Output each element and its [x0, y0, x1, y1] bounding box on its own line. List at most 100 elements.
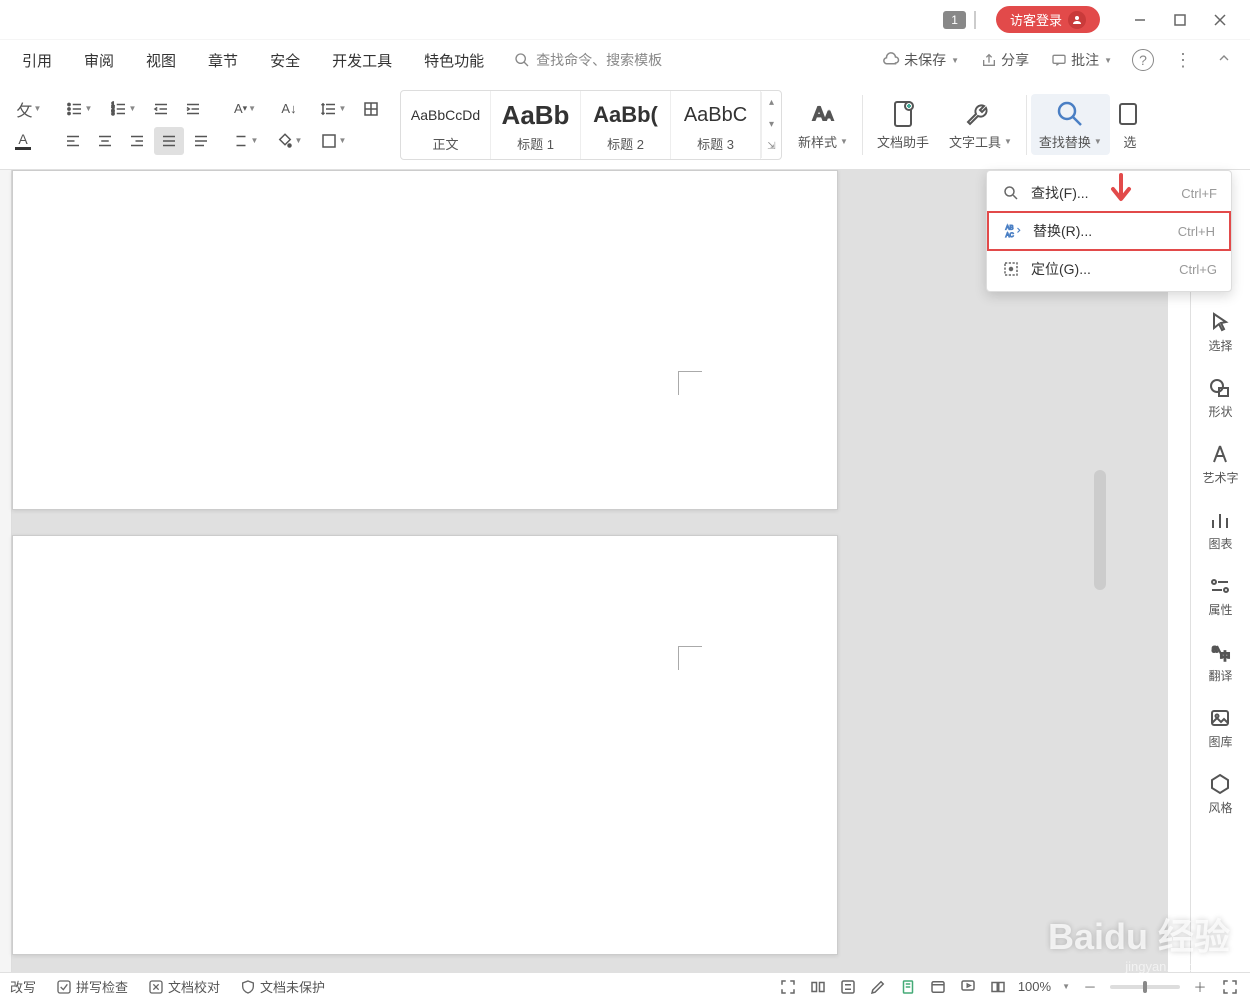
- share-button[interactable]: 分享: [973, 46, 1037, 74]
- page-view-button[interactable]: [898, 977, 918, 997]
- tabs-button[interactable]: ▼: [224, 127, 266, 155]
- web-view-button[interactable]: [928, 977, 948, 997]
- zoom-level[interactable]: 100%: [1018, 979, 1051, 994]
- zoom-out-button[interactable]: －: [1080, 977, 1100, 997]
- doc-assistant-button[interactable]: 文档助手: [867, 98, 939, 151]
- numbered-list-button[interactable]: 123▼: [102, 95, 144, 123]
- chevron-down-icon[interactable]: ▼: [1062, 982, 1070, 991]
- menu-quote[interactable]: 引用: [8, 44, 66, 77]
- page-margin-corner: [678, 646, 702, 670]
- align-center-button[interactable]: [90, 127, 120, 155]
- style-heading1[interactable]: AaBb 标题 1: [491, 91, 581, 159]
- menu-devtools[interactable]: 开发工具: [318, 44, 406, 77]
- minimize-button[interactable]: [1120, 5, 1160, 35]
- share-label: 分享: [1001, 50, 1029, 70]
- translate-icon: a中: [1208, 640, 1232, 664]
- font-color-button[interactable]: A: [8, 127, 38, 155]
- style-expand[interactable]: ⇲: [761, 136, 781, 158]
- presentation-button[interactable]: [958, 977, 978, 997]
- vertical-ruler[interactable]: [0, 170, 12, 972]
- find-shortcut: Ctrl+F: [1181, 186, 1217, 201]
- sort-button[interactable]: A↓: [268, 95, 310, 123]
- fullscreen-button[interactable]: [778, 977, 798, 997]
- text-direction-button[interactable]: 攵▼: [8, 95, 50, 123]
- maximize-button[interactable]: [1160, 5, 1200, 35]
- bullet-list-button[interactable]: ▼: [58, 95, 100, 123]
- clear-format-button[interactable]: A▾▼: [224, 95, 266, 123]
- user-icon: [1068, 11, 1086, 29]
- shading-button[interactable]: ▼: [268, 127, 310, 155]
- page-margin-corner: [678, 371, 702, 395]
- menu-chapter[interactable]: 章节: [194, 44, 252, 77]
- text-tools-button[interactable]: 文字工具▼: [939, 98, 1022, 151]
- style-scroll-down[interactable]: ▾: [761, 114, 781, 136]
- style-scroll-up[interactable]: ▴: [761, 92, 781, 114]
- style-label: 标题 1: [517, 134, 554, 153]
- select-button[interactable]: 选: [1110, 98, 1150, 151]
- doc-assistant-label: 文档助手: [877, 132, 929, 151]
- align-justify-button[interactable]: [154, 127, 184, 155]
- increase-indent-button[interactable]: [178, 95, 208, 123]
- split-view-button[interactable]: [988, 977, 1008, 997]
- document-page-1[interactable]: [12, 170, 838, 510]
- sidebar-properties[interactable]: 属性: [1208, 574, 1232, 618]
- sidebar-translate[interactable]: a中翻译: [1208, 640, 1232, 684]
- statusbar: 改写 拼写检查 文档校对 文档未保护 100% ▼ － ＋: [0, 972, 1250, 1000]
- x-icon: [148, 979, 164, 995]
- select-icon: [1114, 98, 1146, 130]
- align-left-button[interactable]: [58, 127, 88, 155]
- status-right: 100% ▼ － ＋: [778, 977, 1240, 997]
- borders-button[interactable]: [356, 95, 386, 123]
- line-spacing-button[interactable]: ▼: [312, 95, 354, 123]
- help-button[interactable]: ?: [1132, 49, 1154, 71]
- reading-view-button[interactable]: [808, 977, 828, 997]
- table-button[interactable]: ▼: [312, 127, 354, 155]
- document-page-2[interactable]: [12, 535, 838, 955]
- scrollbar-thumb[interactable]: [1094, 470, 1106, 590]
- menu-features[interactable]: 特色功能: [410, 44, 498, 77]
- sidebar-gallery[interactable]: 图库: [1208, 706, 1232, 750]
- decrease-indent-button[interactable]: [146, 95, 176, 123]
- guest-login-button[interactable]: 访客登录: [996, 6, 1100, 33]
- zoom-slider[interactable]: [1110, 985, 1180, 989]
- dropdown-goto[interactable]: 定位(G)... Ctrl+G: [987, 251, 1231, 287]
- style-heading2[interactable]: AaBb( 标题 2: [581, 91, 671, 159]
- more-menu-button[interactable]: ⋮: [1174, 50, 1192, 71]
- fit-page-button[interactable]: [1220, 977, 1240, 997]
- dropdown-replace[interactable]: ABAC 替换(R)... Ctrl+H: [987, 211, 1231, 251]
- menubar: 引用 审阅 视图 章节 安全 开发工具 特色功能 查找命令、搜索模板 未保存 ▼…: [0, 40, 1250, 80]
- command-search[interactable]: 查找命令、搜索模板: [514, 50, 662, 70]
- annotations-button[interactable]: 批注 ▼: [1043, 46, 1120, 74]
- zoom-in-button[interactable]: ＋: [1190, 977, 1210, 997]
- doc-protection-button[interactable]: 文档未保护: [240, 977, 325, 996]
- collapse-ribbon-button[interactable]: [1216, 50, 1232, 71]
- unsaved-button[interactable]: 未保存 ▼: [874, 46, 967, 74]
- outline-view-button[interactable]: [838, 977, 858, 997]
- overwrite-mode[interactable]: 改写: [10, 977, 36, 996]
- replace-icon: ABAC: [1003, 221, 1023, 241]
- goto-label: 定位(G)...: [1031, 259, 1179, 279]
- sidebar-chart[interactable]: 图表: [1208, 508, 1232, 552]
- sidebar-shape[interactable]: 形状: [1208, 376, 1232, 420]
- doc-proof-button[interactable]: 文档校对: [148, 977, 220, 996]
- spellcheck-button[interactable]: 拼写检查: [56, 977, 128, 996]
- shield-icon: [240, 979, 256, 995]
- close-button[interactable]: [1200, 5, 1240, 35]
- sidebar-style[interactable]: 风格: [1208, 772, 1232, 816]
- edit-mode-button[interactable]: [868, 977, 888, 997]
- hexagon-icon: [1208, 772, 1232, 796]
- menu-view[interactable]: 视图: [132, 44, 190, 77]
- style-heading3[interactable]: AaBbC 标题 3: [671, 91, 761, 159]
- replace-shortcut: Ctrl+H: [1178, 224, 1215, 239]
- style-normal[interactable]: AaBbCcDd 正文: [401, 91, 491, 159]
- align-distribute-button[interactable]: [186, 127, 216, 155]
- find-replace-button[interactable]: 查找替换▼: [1031, 94, 1110, 155]
- menu-review[interactable]: 审阅: [70, 44, 128, 77]
- sidebar-select[interactable]: 选择: [1208, 310, 1232, 354]
- sidebar-wordart[interactable]: 艺术字: [1202, 442, 1238, 486]
- new-style-button[interactable]: AA 新样式▼: [788, 98, 858, 151]
- svg-text:a: a: [1212, 644, 1218, 655]
- align-right-button[interactable]: [122, 127, 152, 155]
- search-icon: [1054, 98, 1086, 130]
- menu-security[interactable]: 安全: [256, 44, 314, 77]
